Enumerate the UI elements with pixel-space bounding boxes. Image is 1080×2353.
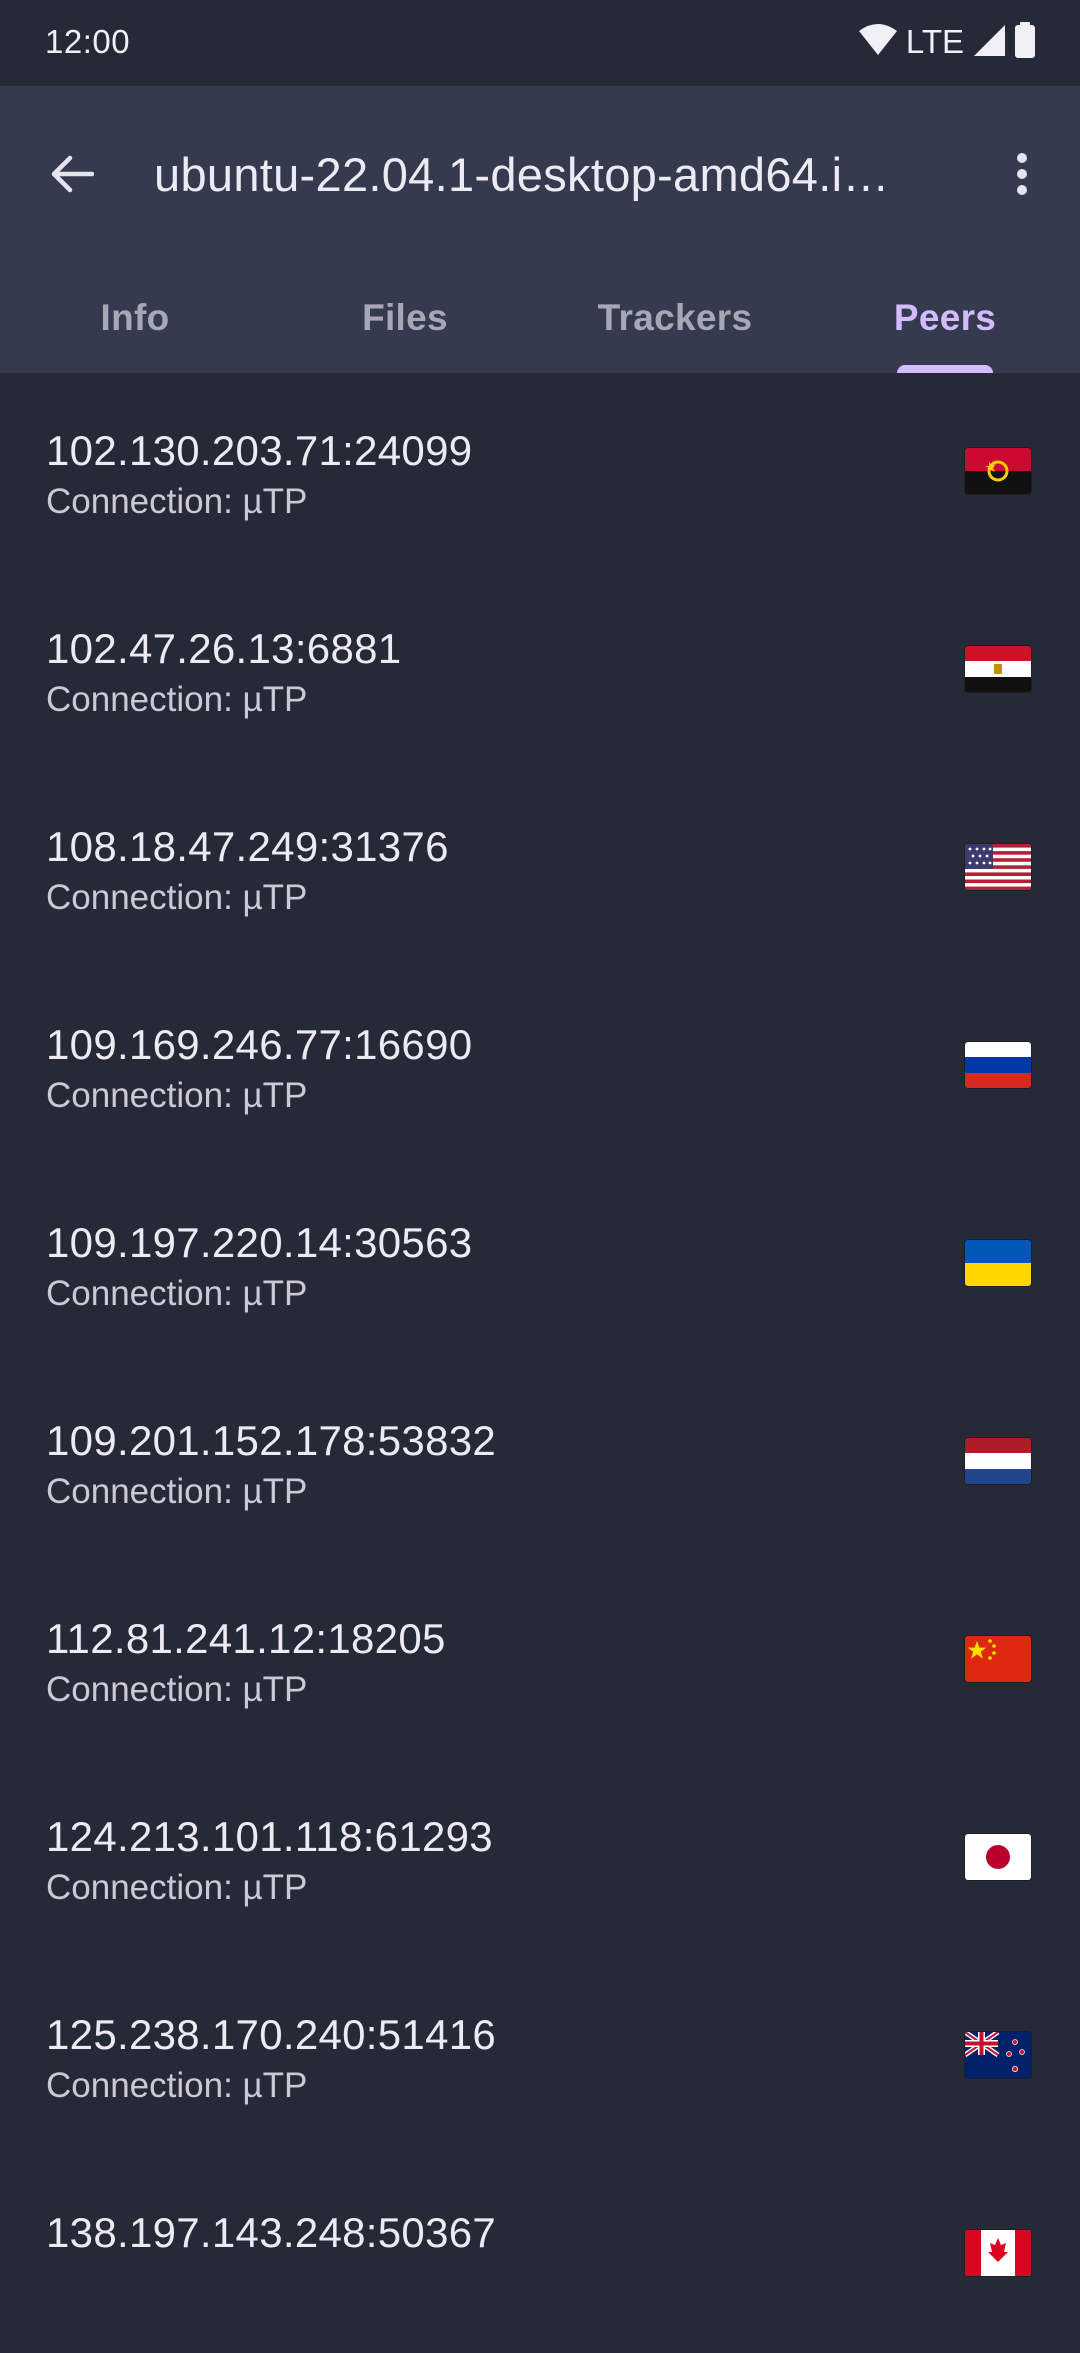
more-options-button[interactable] <box>984 134 1060 218</box>
page-title: ubuntu-22.04.1-desktop-amd64.i… <box>154 148 890 201</box>
peer-address: 108.18.47.249:31376 <box>46 823 449 870</box>
tab-label: Files <box>362 296 448 338</box>
peer-connection-type: Connection: µTP <box>46 1670 308 1709</box>
angola-flag-icon <box>965 448 1031 494</box>
tab-info[interactable]: Info <box>0 262 270 373</box>
china-flag-icon <box>965 1636 1031 1682</box>
ukraine-flag-icon <box>965 1240 1031 1286</box>
network-type-label: LTE <box>905 23 964 60</box>
status-time: 12:00 <box>45 23 131 60</box>
usa-flag-icon <box>965 844 1031 890</box>
peer-connection-type: Connection: µTP <box>46 1076 308 1115</box>
peer-address: 109.169.246.77:16690 <box>46 1021 473 1068</box>
tab-label: Peers <box>893 296 997 338</box>
more-vert-icon <box>1016 152 1028 201</box>
tab-peers[interactable]: Peers <box>810 262 1080 373</box>
tab-label: Trackers <box>597 296 753 338</box>
status-bar: 12:00 LTE <box>0 0 1080 86</box>
egypt-flag-icon <box>965 646 1031 692</box>
peer-connection-type: Connection: µTP <box>46 482 308 521</box>
peer-address: 102.47.26.13:6881 <box>46 625 402 672</box>
peer-connection-type: Connection: µTP <box>46 2066 308 2105</box>
tab-bar: Info Files Trackers Peers <box>0 262 1080 373</box>
arrow-back-icon <box>50 154 95 199</box>
list-item[interactable]: 125.238.170.240:51416 Connection: µTP <box>0 1957 1080 2155</box>
list-item[interactable]: 138.197.143.248:50367 <box>0 2155 1080 2353</box>
russia-flag-icon <box>965 1042 1031 1088</box>
back-button[interactable] <box>30 134 114 218</box>
list-item[interactable]: 108.18.47.249:31376 Connection: µTP <box>0 769 1080 967</box>
peer-connection-type: Connection: µTP <box>46 1274 308 1313</box>
japan-flag-icon <box>965 1834 1031 1880</box>
peer-address: 109.197.220.14:30563 <box>46 1219 473 1266</box>
peer-address: 109.201.152.178:53832 <box>46 1417 497 1464</box>
peer-connection-type: Connection: µTP <box>46 878 308 917</box>
peer-address: 125.238.170.240:51416 <box>46 2011 497 2058</box>
peer-connection-type: Connection: µTP <box>46 1472 308 1511</box>
peer-list: 102.130.203.71:24099 Connection: µTP 102… <box>0 373 1080 2353</box>
signal-icon <box>972 23 1006 62</box>
app-bar: ubuntu-22.04.1-desktop-amd64.i… Info Fil… <box>0 86 1080 373</box>
battery-icon <box>1014 21 1036 63</box>
peer-address: 112.81.241.12:18205 <box>46 1615 446 1662</box>
status-icons: LTE <box>858 21 1036 63</box>
list-item[interactable]: 109.201.152.178:53832 Connection: µTP <box>0 1363 1080 1561</box>
list-item[interactable]: 102.47.26.13:6881 Connection: µTP <box>0 571 1080 769</box>
tab-label: Info <box>100 296 170 338</box>
list-item[interactable]: 109.169.246.77:16690 Connection: µTP <box>0 967 1080 1165</box>
canada-flag-icon <box>965 2230 1031 2276</box>
wifi-icon <box>858 23 898 62</box>
list-item[interactable]: 109.197.220.14:30563 Connection: µTP <box>0 1165 1080 1363</box>
list-item[interactable]: 112.81.241.12:18205 Connection: µTP <box>0 1561 1080 1759</box>
peer-address: 102.130.203.71:24099 <box>46 427 473 474</box>
new-zealand-flag-icon <box>965 2032 1031 2078</box>
tab-files[interactable]: Files <box>270 262 540 373</box>
netherlands-flag-icon <box>965 1438 1031 1484</box>
peer-connection-type: Connection: µTP <box>46 1868 308 1907</box>
peer-connection-type: Connection: µTP <box>46 680 308 719</box>
peer-address: 138.197.143.248:50367 <box>46 2209 497 2256</box>
active-tab-indicator <box>897 365 993 373</box>
peer-address: 124.213.101.118:61293 <box>46 1813 493 1860</box>
list-item[interactable]: 102.130.203.71:24099 Connection: µTP <box>0 373 1080 571</box>
tab-trackers[interactable]: Trackers <box>540 262 810 373</box>
list-item[interactable]: 124.213.101.118:61293 Connection: µTP <box>0 1759 1080 1957</box>
